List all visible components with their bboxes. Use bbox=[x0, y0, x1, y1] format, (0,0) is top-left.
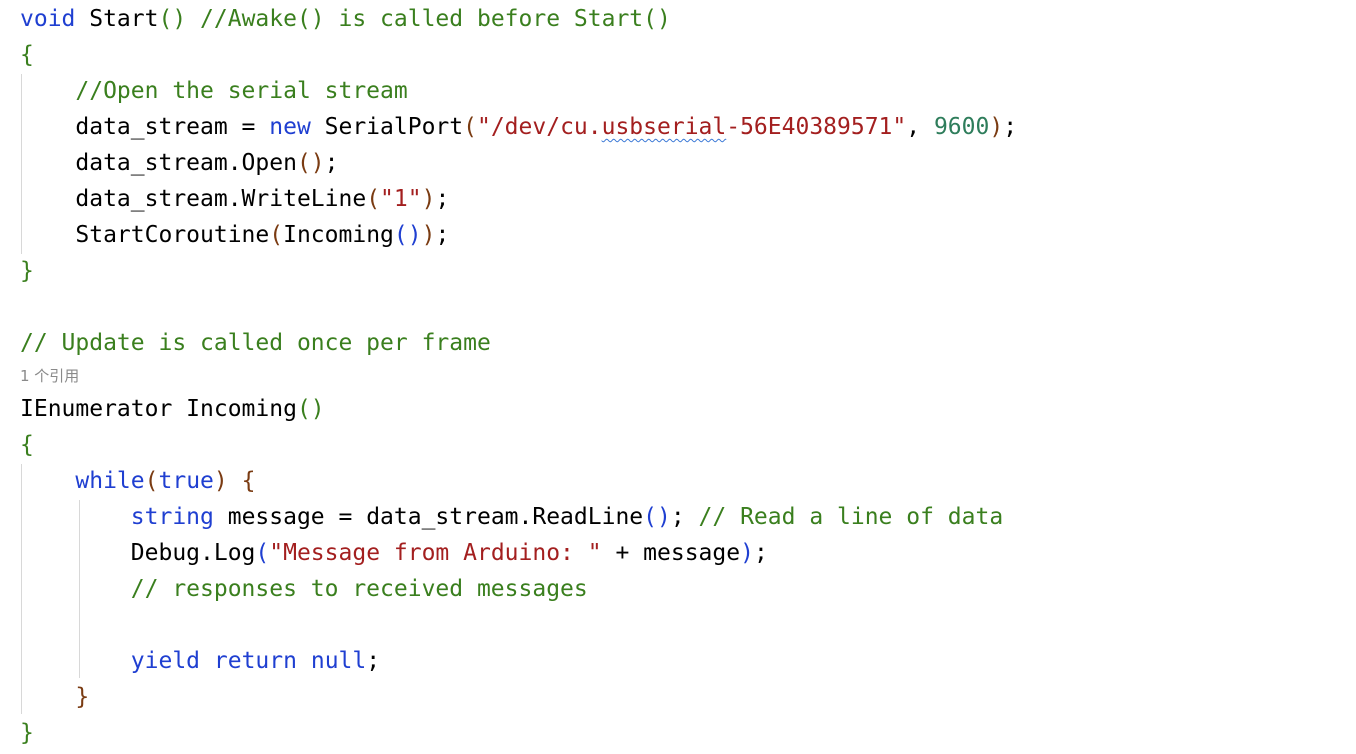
code-token: "1" bbox=[380, 186, 422, 212]
code-token: } bbox=[20, 684, 90, 710]
code-token: SerialPort bbox=[310, 114, 464, 140]
code-token: ( bbox=[366, 186, 381, 212]
code-line: void Start() //Awake() is called before … bbox=[20, 1, 671, 37]
code-token: //Open the serial stream bbox=[20, 78, 408, 104]
code-token: ; bbox=[670, 504, 699, 530]
code-token: ; bbox=[1003, 114, 1018, 140]
code-line: data_stream.Open(); bbox=[20, 145, 339, 181]
code-token: usbserial bbox=[601, 114, 727, 140]
code-token: // Update is called once per frame bbox=[20, 330, 491, 356]
code-token: IEnumerator Incoming bbox=[20, 396, 297, 422]
code-line: while(true) { bbox=[20, 463, 255, 499]
code-token: void bbox=[20, 6, 76, 32]
code-line: yield return null; bbox=[20, 643, 380, 679]
code-token: ; bbox=[435, 186, 450, 212]
code-token: while bbox=[75, 468, 145, 494]
code-line: data_stream = new SerialPort("/dev/cu.us… bbox=[20, 109, 1017, 145]
code-editor[interactable]: 1 个引用 void Start() //Awake() is called b… bbox=[0, 0, 1356, 754]
code-token: { bbox=[227, 468, 256, 494]
code-line: data_stream.WriteLine("1"); bbox=[20, 181, 449, 217]
code-line: { bbox=[20, 37, 34, 73]
code-token: Start bbox=[75, 6, 159, 32]
code-token: ; bbox=[366, 648, 381, 674]
code-token: -56E40389571" bbox=[726, 114, 907, 140]
code-token: ( bbox=[269, 222, 284, 248]
code-token: { bbox=[20, 432, 34, 458]
code-token: // Read a line of data bbox=[698, 504, 1004, 530]
code-line: Debug.Log("Message from Arduino: " + mes… bbox=[20, 535, 768, 571]
code-token: "/dev/cu. bbox=[476, 114, 602, 140]
code-token: ; bbox=[324, 150, 339, 176]
code-token: StartCoroutine bbox=[20, 222, 270, 248]
code-token: () bbox=[296, 150, 325, 176]
code-token: // responses to received messages bbox=[20, 576, 588, 602]
code-token: "Message from Arduino: " bbox=[269, 540, 602, 566]
code-token: return bbox=[213, 648, 297, 674]
code-token: } bbox=[20, 720, 34, 746]
code-token: ) bbox=[421, 222, 436, 248]
code-token: ) bbox=[989, 114, 1004, 140]
code-token: } bbox=[20, 258, 34, 284]
code-line: string message = data_stream.ReadLine();… bbox=[20, 499, 1003, 535]
code-token: message = data_stream.ReadLine bbox=[213, 504, 644, 530]
code-token: true bbox=[158, 468, 214, 494]
code-token: string bbox=[130, 504, 214, 530]
code-token: () bbox=[393, 222, 422, 248]
code-line: { bbox=[20, 427, 34, 463]
code-token: new bbox=[269, 114, 311, 140]
code-line: // Update is called once per frame bbox=[20, 325, 491, 361]
code-token: , bbox=[906, 114, 934, 140]
code-token: () bbox=[296, 396, 325, 422]
code-token: data_stream.WriteLine bbox=[20, 186, 367, 212]
code-token: yield bbox=[130, 648, 201, 674]
code-token: ( bbox=[463, 114, 477, 140]
code-token: data_stream = bbox=[20, 114, 270, 140]
code-token: ; bbox=[435, 222, 450, 248]
code-token: () bbox=[158, 6, 187, 32]
code-token: 9600 bbox=[933, 114, 990, 140]
code-token: { bbox=[20, 42, 34, 68]
codelens-reference-count[interactable]: 1 个引用 bbox=[20, 365, 79, 387]
code-token: Debug.Log bbox=[20, 540, 256, 566]
code-token: ; bbox=[753, 540, 768, 566]
code-line: } bbox=[20, 715, 34, 751]
code-token: data_stream.Open bbox=[20, 150, 297, 176]
code-line: } bbox=[20, 253, 34, 289]
code-line: StartCoroutine(Incoming()); bbox=[20, 217, 449, 253]
code-token: + message bbox=[601, 540, 741, 566]
code-token: ) bbox=[213, 468, 228, 494]
code-line: } bbox=[20, 679, 89, 715]
code-token: null bbox=[310, 648, 367, 674]
code-token: ( bbox=[144, 468, 159, 494]
code-token: Incoming bbox=[283, 222, 394, 248]
code-token: ) bbox=[421, 186, 436, 212]
code-token: //Awake() is called before Start() bbox=[186, 6, 671, 32]
code-token: ) bbox=[740, 540, 754, 566]
code-token: ( bbox=[255, 540, 270, 566]
code-line: // responses to received messages bbox=[20, 571, 588, 607]
code-line: IEnumerator Incoming() bbox=[20, 391, 325, 427]
code-line: //Open the serial stream bbox=[20, 73, 408, 109]
code-token: () bbox=[643, 504, 671, 530]
